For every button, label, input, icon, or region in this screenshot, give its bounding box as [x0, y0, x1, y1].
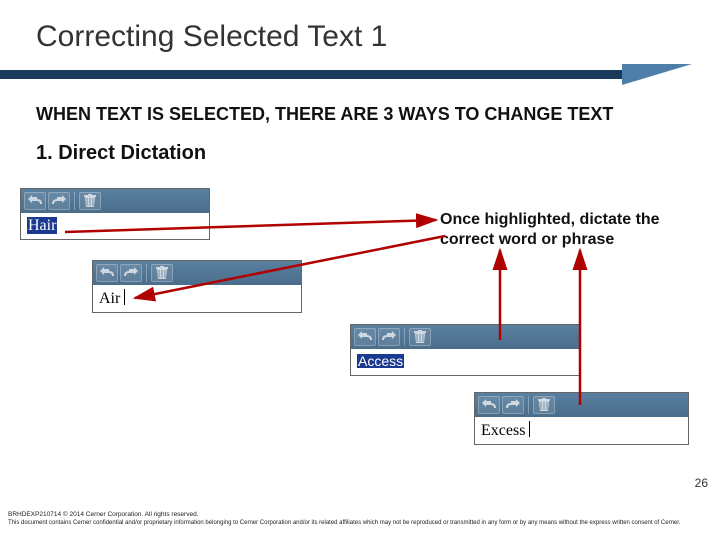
dictation-box-1: Hair	[20, 188, 210, 240]
footer-disclaimer: This document contains Cerner confidenti…	[8, 520, 681, 526]
redo-icon[interactable]	[48, 192, 70, 210]
text-content[interactable]: Access	[351, 349, 579, 375]
redo-icon[interactable]	[502, 396, 524, 414]
text-content[interactable]: Hair	[21, 213, 209, 239]
text-content[interactable]: Excess	[475, 417, 688, 444]
dictation-box-4: Excess	[474, 392, 689, 445]
toolbar	[21, 189, 209, 213]
undo-icon[interactable]	[96, 264, 118, 282]
selected-text: Hair	[27, 217, 57, 234]
footer-copyright: BRHDEXP210714 © 2014 Cerner Corporation.…	[8, 511, 199, 518]
selected-text: Access	[357, 354, 404, 368]
trash-icon[interactable]	[79, 192, 101, 210]
typed-text: Air	[99, 290, 120, 307]
slide-title: Correcting Selected Text 1	[0, 0, 720, 54]
dictation-box-2: Air	[92, 260, 302, 313]
trash-icon[interactable]	[409, 328, 431, 346]
subhead: WHEN TEXT IS SELECTED, THERE ARE 3 WAYS …	[36, 104, 613, 125]
undo-icon[interactable]	[24, 192, 46, 210]
callout-text: Once highlighted, dictate the correct wo…	[440, 210, 700, 250]
trash-icon[interactable]	[533, 396, 555, 414]
redo-icon[interactable]	[378, 328, 400, 346]
undo-icon[interactable]	[354, 328, 376, 346]
toolbar	[351, 325, 579, 349]
trash-icon[interactable]	[151, 264, 173, 282]
typed-text: Excess	[481, 422, 525, 439]
redo-icon[interactable]	[120, 264, 142, 282]
title-rule	[0, 64, 720, 88]
undo-icon[interactable]	[478, 396, 500, 414]
toolbar	[475, 393, 688, 417]
toolbar	[93, 261, 301, 285]
list-item-1: 1. Direct Dictation	[36, 142, 206, 165]
page-number: 26	[695, 476, 708, 490]
dictation-box-3: Access	[350, 324, 580, 376]
text-content[interactable]: Air	[93, 285, 301, 312]
